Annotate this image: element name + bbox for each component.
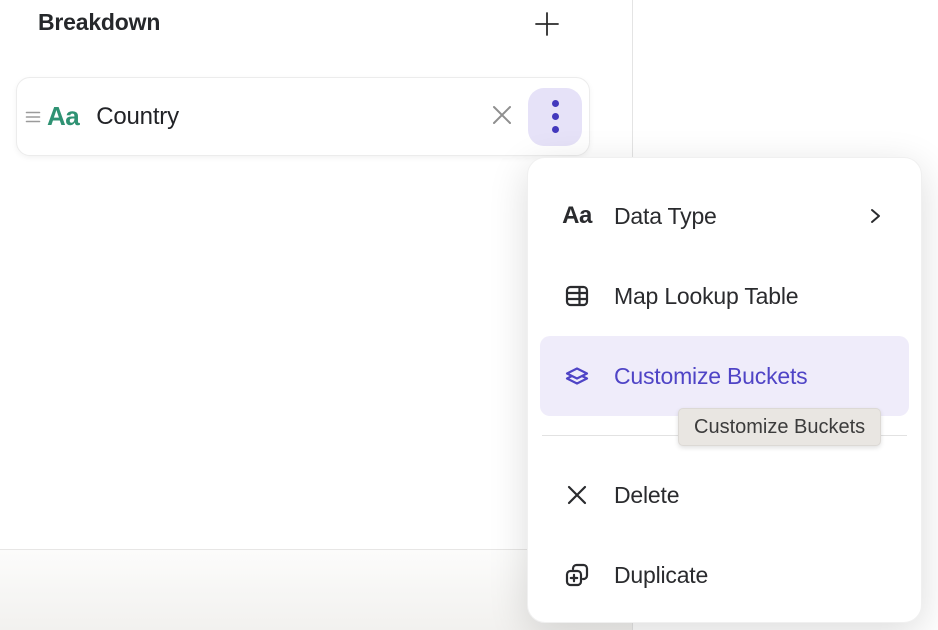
field-options-menu: Aa Data Type Map Lookup Table [527, 157, 922, 623]
chevron-right-icon [865, 206, 885, 226]
kebab-dot-icon [552, 113, 559, 120]
page-title: Breakdown [38, 9, 160, 36]
field-name-label: Country [96, 103, 179, 131]
menu-item-label: Map Lookup Table [614, 283, 798, 310]
breakdown-field-card: Aa Country [16, 77, 590, 156]
menu-item-delete[interactable]: Delete [540, 455, 909, 535]
plus-icon [532, 9, 562, 42]
kebab-dot-icon [552, 100, 559, 107]
duplicate-icon [560, 561, 594, 589]
menu-item-data-type[interactable]: Aa Data Type [540, 176, 909, 256]
menu-item-label: Delete [614, 482, 679, 509]
field-options-button[interactable] [528, 88, 582, 146]
menu-item-label: Customize Buckets [614, 363, 807, 390]
menu-item-label: Duplicate [614, 562, 708, 589]
field-type-badge: Aa [47, 101, 79, 132]
remove-field-button[interactable] [482, 97, 522, 137]
drag-handle-icon[interactable] [23, 109, 43, 125]
layers-icon [560, 362, 594, 390]
menu-item-customize-buckets[interactable]: Customize Buckets [540, 336, 909, 416]
close-icon [489, 102, 515, 131]
x-icon [560, 483, 594, 507]
add-breakdown-button[interactable] [527, 5, 567, 45]
menu-item-map-lookup-table[interactable]: Map Lookup Table [540, 256, 909, 336]
data-type-aa-icon: Aa [560, 202, 594, 230]
menu-item-label: Data Type [614, 203, 717, 230]
table-icon [560, 282, 594, 310]
breakdown-panel: Breakdown Aa Country [0, 0, 938, 630]
menu-item-duplicate[interactable]: Duplicate [540, 535, 909, 615]
kebab-dot-icon [552, 126, 559, 133]
customize-buckets-tooltip: Customize Buckets [678, 408, 881, 446]
